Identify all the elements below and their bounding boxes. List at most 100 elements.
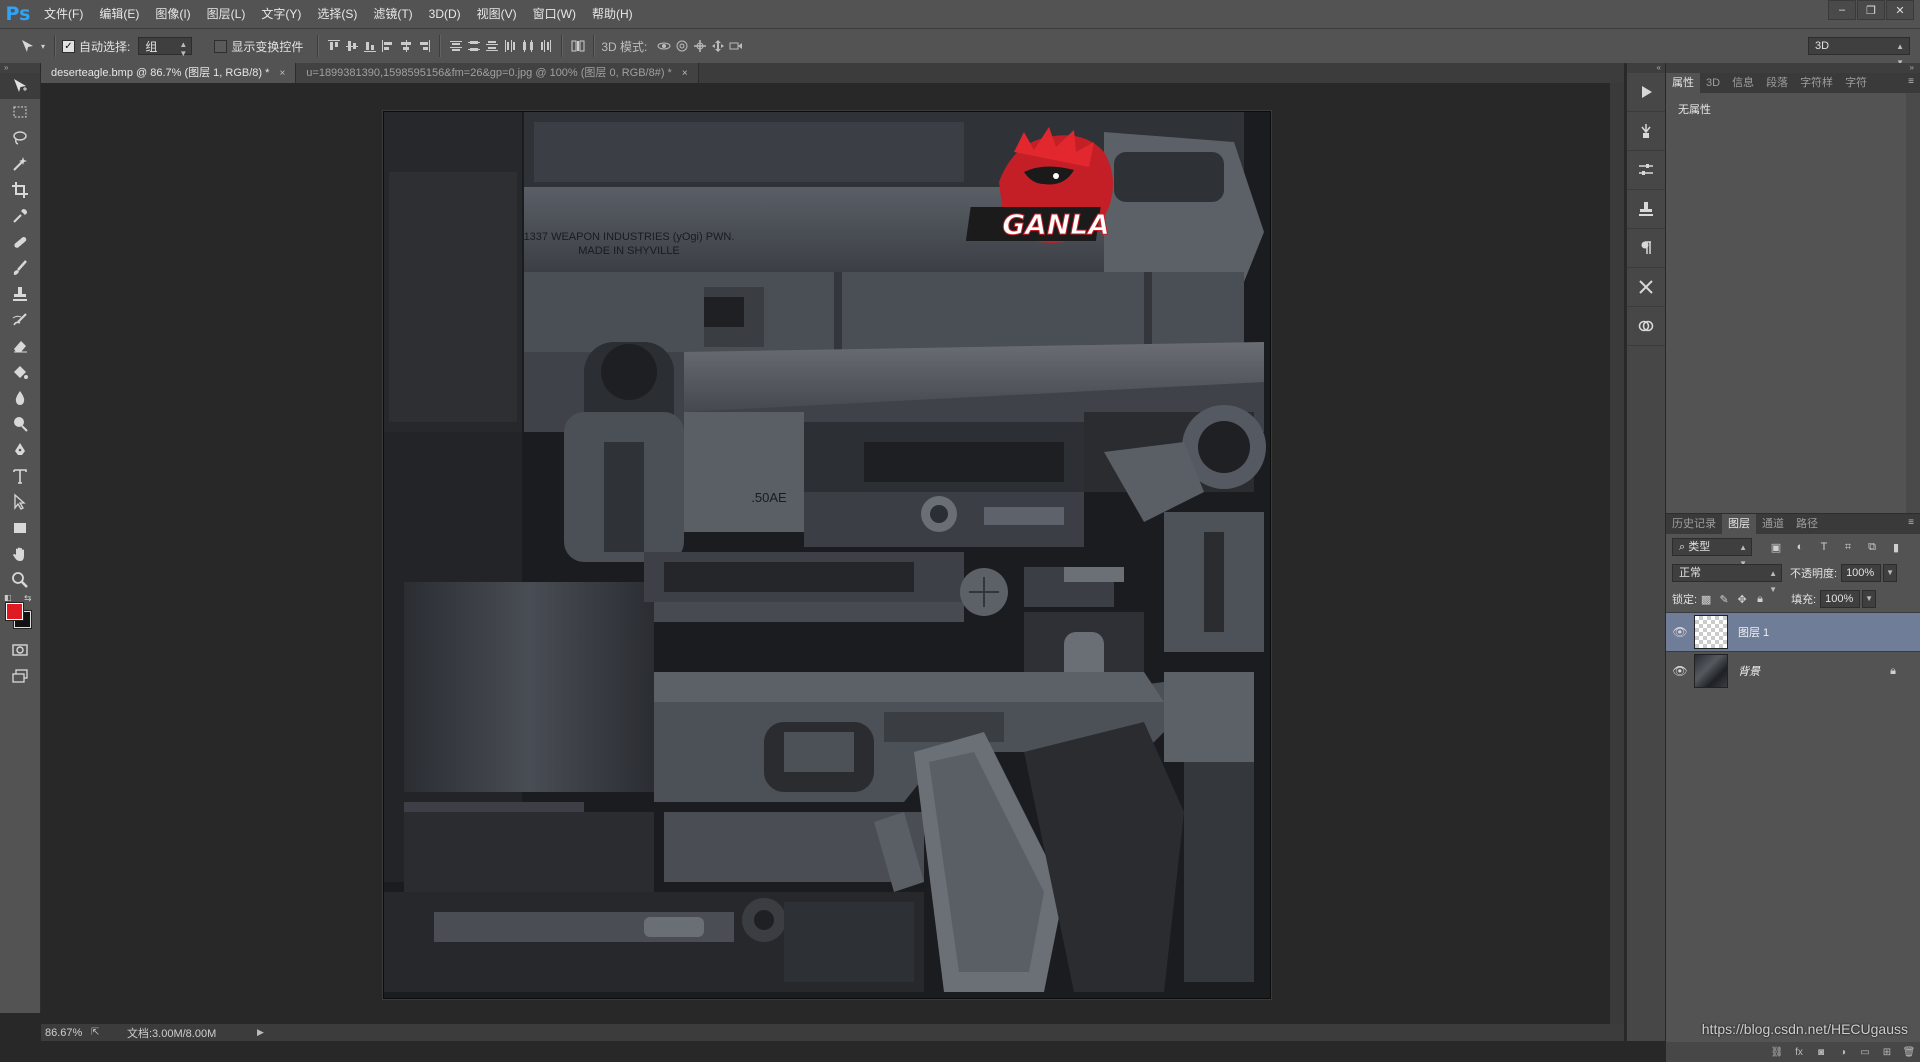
- menu-layer[interactable]: 图层(L): [199, 0, 254, 28]
- crop-tool-icon[interactable]: [0, 177, 40, 203]
- add-mask-icon[interactable]: ◙: [1810, 1047, 1832, 1058]
- healing-brush-tool-icon[interactable]: [0, 229, 40, 255]
- status-menu-arrow-icon[interactable]: ▶: [257, 1027, 264, 1038]
- clone-stamp-tool-icon[interactable]: [0, 281, 40, 307]
- chevron-down-icon[interactable]: ▾: [38, 36, 48, 56]
- move-tool-icon[interactable]: [0, 73, 40, 99]
- lock-transparency-icon[interactable]: ▩: [1697, 590, 1715, 608]
- tab-info[interactable]: 信息: [1726, 73, 1760, 93]
- pen-tool-icon[interactable]: [0, 437, 40, 463]
- minimize-button[interactable]: –: [1828, 0, 1856, 20]
- dock-collapse-handle[interactable]: «: [1627, 63, 1665, 73]
- eraser-tool-icon[interactable]: [0, 333, 40, 359]
- clone-source-icon[interactable]: [1627, 190, 1665, 229]
- lock-all-icon[interactable]: 🔒︎: [1751, 590, 1769, 608]
- align-vcenter-icon[interactable]: [343, 37, 361, 55]
- menu-select[interactable]: 选择(S): [309, 0, 365, 28]
- tab-3d[interactable]: 3D: [1700, 73, 1726, 93]
- tab-deserteagle[interactable]: deserteagle.bmp @ 86.7% (图层 1, RGB/8) * ×: [41, 63, 297, 83]
- tool-presets-icon[interactable]: [1627, 268, 1665, 307]
- lasso-tool-icon[interactable]: [0, 125, 40, 151]
- path-selection-tool-icon[interactable]: [0, 489, 40, 515]
- tab-layers[interactable]: 图层: [1722, 514, 1756, 534]
- distribute-top-icon[interactable]: [447, 37, 465, 55]
- blend-mode-dropdown[interactable]: 正常 ▲ ▼: [1672, 564, 1782, 594]
- blur-tool-icon[interactable]: [0, 385, 40, 411]
- menu-edit[interactable]: 编辑(E): [91, 0, 147, 28]
- menu-window[interactable]: 窗口(W): [525, 0, 584, 28]
- paragraph-icon[interactable]: [1627, 229, 1665, 268]
- tab-history[interactable]: 历史记录: [1666, 514, 1722, 534]
- auto-select-checkbox[interactable]: ✓: [62, 39, 75, 53]
- 3d-scale-icon[interactable]: [727, 37, 745, 55]
- play-actions-icon[interactable]: [1627, 73, 1665, 112]
- share-icon[interactable]: ⇱: [91, 1027, 127, 1038]
- align-right-icon[interactable]: [415, 37, 433, 55]
- adjustment-filter-icon[interactable]: ◐: [1790, 538, 1810, 556]
- restore-button[interactable]: ❐: [1857, 0, 1885, 20]
- visibility-eye-icon[interactable]: 👁︎: [1666, 625, 1694, 639]
- tab-jpg-image[interactable]: u=1899381390,1598595156&fm=26&gp=0.jpg @…: [296, 63, 699, 83]
- new-group-icon[interactable]: ▭: [1854, 1047, 1876, 1058]
- workspace-dropdown[interactable]: 3D ▲▼: [1808, 37, 1910, 67]
- distribute-right-icon[interactable]: [537, 37, 555, 55]
- zoom-tool-icon[interactable]: [0, 567, 40, 593]
- close-button[interactable]: ✕: [1886, 0, 1914, 20]
- creative-cloud-icon[interactable]: [1627, 307, 1665, 346]
- tab-paragraph-styles[interactable]: 段落: [1760, 73, 1794, 93]
- tab-channels[interactable]: 通道: [1756, 514, 1790, 534]
- magic-wand-tool-icon[interactable]: [0, 151, 40, 177]
- menu-3d[interactable]: 3D(D): [421, 0, 469, 28]
- show-transform-checkbox[interactable]: [214, 39, 228, 53]
- canvas-scrollbar[interactable]: [1610, 83, 1624, 1024]
- distribute-vcenter-icon[interactable]: [465, 37, 483, 55]
- delete-layer-icon[interactable]: 🗑︎: [1898, 1047, 1920, 1058]
- distribute-hcenter-icon[interactable]: [519, 37, 537, 55]
- close-tab-icon[interactable]: ×: [682, 68, 688, 79]
- distribute-left-icon[interactable]: [501, 37, 519, 55]
- opacity-input[interactable]: 100%: [1841, 564, 1882, 582]
- tab-paths[interactable]: 路径: [1790, 514, 1824, 534]
- document-canvas[interactable]: 1337 WEAPON INDUSTRIES (yOgi) PWN. MADE …: [383, 111, 1271, 999]
- type-filter-icon[interactable]: T: [1814, 538, 1834, 556]
- pixel-filter-icon[interactable]: ▣: [1766, 538, 1786, 556]
- distribute-bottom-icon[interactable]: [483, 37, 501, 55]
- layer-name[interactable]: 图层 1: [1738, 624, 1769, 640]
- tab-character-styles[interactable]: 字符样: [1794, 73, 1839, 93]
- auto-align-layers-icon[interactable]: [569, 37, 587, 55]
- brush-presets-icon[interactable]: [1627, 112, 1665, 151]
- align-bottom-icon[interactable]: [361, 37, 379, 55]
- rectangle-tool-icon[interactable]: [0, 515, 40, 541]
- panels-collapse-handle[interactable]: »: [1666, 63, 1920, 73]
- lock-position-icon[interactable]: ✥: [1733, 590, 1751, 608]
- menu-view[interactable]: 视图(V): [469, 0, 525, 28]
- close-tab-icon[interactable]: ×: [279, 68, 285, 79]
- quick-mask-icon[interactable]: [0, 637, 40, 663]
- adjustments-icon[interactable]: [1627, 151, 1665, 190]
- menu-type[interactable]: 文字(Y): [253, 0, 309, 28]
- 3d-roll-icon[interactable]: [673, 37, 691, 55]
- fill-dropdown-icon[interactable]: ▼: [1862, 590, 1877, 608]
- auto-select-dropdown[interactable]: 组 ▲ ▼: [138, 37, 193, 58]
- new-adjustment-icon[interactable]: ◑: [1832, 1047, 1854, 1058]
- 3d-rotate-icon[interactable]: [655, 37, 673, 55]
- 3d-slide-icon[interactable]: [709, 37, 727, 55]
- menu-file[interactable]: 文件(F): [36, 0, 91, 28]
- history-brush-tool-icon[interactable]: [0, 307, 40, 333]
- filter-toggle-icon[interactable]: ▮: [1886, 538, 1906, 556]
- layer-filter-dropdown[interactable]: ⌕ 类型 ▲▼: [1672, 538, 1752, 568]
- visibility-eye-icon[interactable]: 👁︎: [1666, 664, 1694, 678]
- lock-pixels-icon[interactable]: ✎: [1715, 590, 1733, 608]
- brush-tool-icon[interactable]: [0, 255, 40, 281]
- menu-image[interactable]: 图像(I): [147, 0, 198, 28]
- hand-tool-icon[interactable]: [0, 541, 40, 567]
- toolbar-collapse-handle[interactable]: »: [0, 63, 40, 73]
- smart-object-filter-icon[interactable]: ⧉: [1862, 538, 1882, 556]
- opacity-dropdown-icon[interactable]: ▼: [1883, 564, 1898, 582]
- panel-menu-icon[interactable]: ≡: [1908, 517, 1914, 528]
- foreground-color-swatch[interactable]: [5, 602, 24, 621]
- menu-help[interactable]: 帮助(H): [584, 0, 641, 28]
- tab-properties[interactable]: 属性: [1666, 73, 1700, 93]
- 3d-pan-icon[interactable]: [691, 37, 709, 55]
- link-layers-icon[interactable]: ⛓: [1766, 1047, 1788, 1058]
